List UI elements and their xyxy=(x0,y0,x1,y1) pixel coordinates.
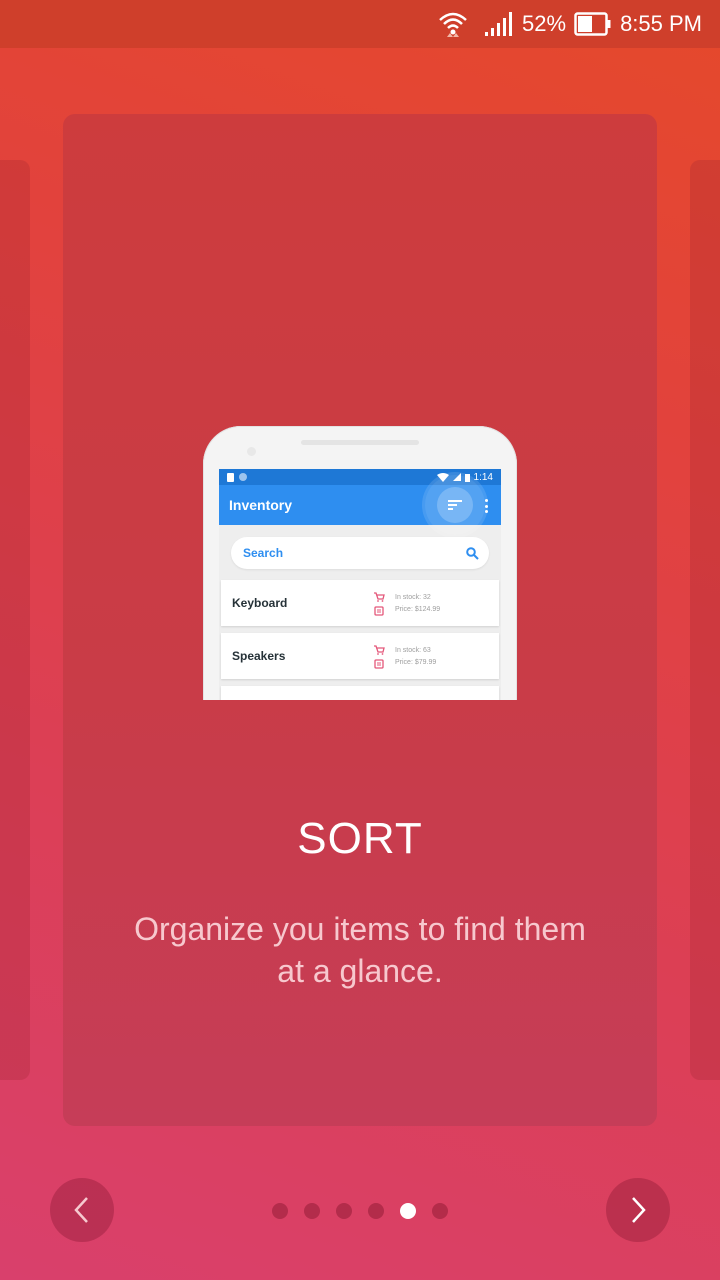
cart-icon xyxy=(374,592,385,602)
sim-icon xyxy=(227,472,234,482)
mockup-app-bar: Inventory xyxy=(219,475,501,535)
page-dot[interactable] xyxy=(368,1203,384,1219)
more-options-icon xyxy=(481,497,491,515)
onboarding-card: 1:14 Inventory Search Keyboard In stock:… xyxy=(63,114,657,1126)
item-stock: In stock: 32 xyxy=(395,594,431,601)
phone-camera xyxy=(247,447,256,456)
page-dot[interactable] xyxy=(304,1203,320,1219)
list-item xyxy=(221,686,499,700)
item-name: Keyboard xyxy=(232,596,288,610)
cart-icon xyxy=(374,645,385,655)
sort-icon xyxy=(448,500,462,510)
chevron-left-icon xyxy=(74,1197,88,1223)
slide-description: Organize you items to find them at a gla… xyxy=(134,911,586,989)
page-dot[interactable] xyxy=(272,1203,288,1219)
previous-slide-card[interactable] xyxy=(0,160,30,1080)
list-item: Speakers In stock: 63 Price: $79.99 xyxy=(221,633,499,679)
item-meta: In stock: 63 Price: $79.99 xyxy=(395,645,436,669)
phone-frame: 1:14 Inventory Search Keyboard In stock:… xyxy=(203,426,517,700)
search-icon xyxy=(466,546,479,560)
sort-button xyxy=(437,487,473,523)
mockup-search-bar: Search xyxy=(231,537,489,569)
item-icons xyxy=(373,645,387,669)
battery-percent: 52% xyxy=(522,11,567,36)
page-dot-active[interactable] xyxy=(400,1203,416,1219)
page-indicator xyxy=(272,1203,448,1219)
mockup-search-label: Search xyxy=(243,546,284,560)
item-price: Price: $124.99 xyxy=(395,606,441,613)
battery-icon xyxy=(574,12,612,36)
next-slide-card[interactable] xyxy=(690,160,720,1080)
next-button[interactable] xyxy=(606,1178,670,1242)
notification-icon xyxy=(239,473,247,481)
signal-icon xyxy=(484,11,514,37)
phone-mockup: 1:14 Inventory Search Keyboard In stock:… xyxy=(203,426,517,700)
item-icons xyxy=(373,592,387,616)
page-dot[interactable] xyxy=(336,1203,352,1219)
sort-highlight xyxy=(425,475,485,535)
wifi-icon xyxy=(438,9,468,39)
tag-icon xyxy=(374,606,384,616)
tag-icon xyxy=(374,659,384,669)
item-stock: In stock: 63 xyxy=(395,647,431,654)
mockup-app-title: Inventory xyxy=(229,497,293,513)
chevron-right-icon xyxy=(632,1197,646,1223)
page-dot[interactable] xyxy=(432,1203,448,1219)
previous-button[interactable] xyxy=(50,1178,114,1242)
phone-speaker xyxy=(301,440,419,445)
item-meta: In stock: 32 Price: $124.99 xyxy=(395,592,440,616)
list-item: Keyboard In stock: 32 Price: $124.99 xyxy=(221,580,499,626)
item-name: Speakers xyxy=(232,649,286,663)
slide-title: SORT xyxy=(297,814,423,863)
clock: 8:55 PM xyxy=(620,11,702,36)
mockup-screen: 1:14 Inventory Search Keyboard In stock:… xyxy=(219,469,501,700)
item-price: Price: $79.99 xyxy=(395,659,437,666)
status-bar: 52% 8:55 PM xyxy=(0,0,720,48)
